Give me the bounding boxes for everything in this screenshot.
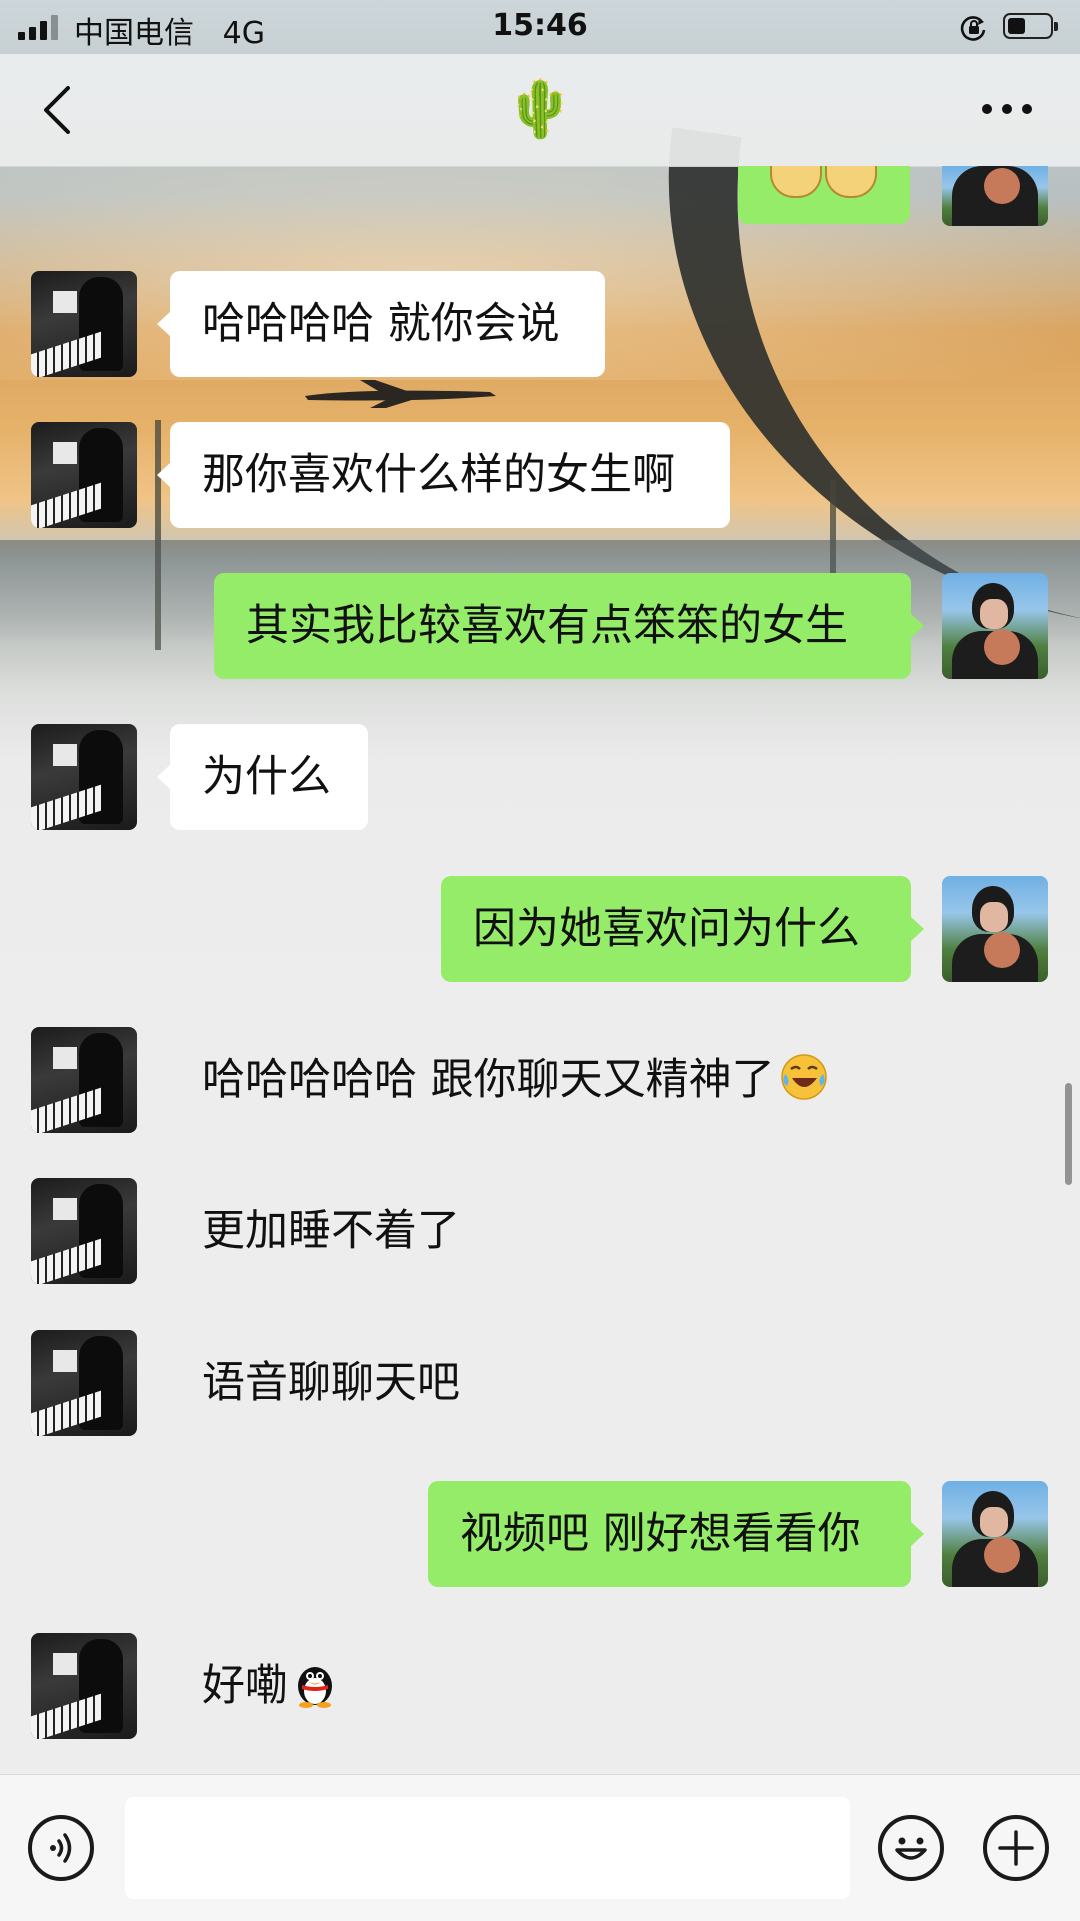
- my-avatar[interactable]: [942, 1481, 1048, 1587]
- outgoing-bubble[interactable]: 视频吧 刚好想看看你: [428, 1481, 924, 1587]
- incoming-bubble[interactable]: 为什么: [157, 724, 368, 830]
- partial-outgoing-bubble[interactable]: [738, 166, 910, 224]
- emoji-button[interactable]: [878, 1815, 944, 1881]
- contact-avatar[interactable]: [31, 724, 137, 830]
- message-text: 好嘞: [202, 1661, 288, 1711]
- contact-avatar[interactable]: [31, 1633, 137, 1739]
- input-bar: [0, 1774, 1080, 1921]
- voice-icon: [50, 1833, 72, 1863]
- outgoing-bubble[interactable]: 因为她喜欢问为什么: [441, 876, 924, 982]
- message-input[interactable]: [125, 1797, 850, 1899]
- incoming-bubble[interactable]: 更加睡不着了: [170, 1178, 492, 1284]
- laughing-tears-emoji: [780, 1054, 827, 1100]
- chat-header: 🌵: [0, 54, 1080, 167]
- contact-avatar[interactable]: [31, 1330, 137, 1436]
- more-dots-icon[interactable]: [982, 104, 1032, 114]
- battery-icon: [1003, 13, 1058, 39]
- contact-avatar[interactable]: [31, 422, 137, 528]
- penguin-emoji: [298, 1667, 332, 1708]
- status-bar: 中国电信 4G 15:46: [0, 0, 1080, 54]
- message-text: 哈哈哈哈哈 跟你聊天又精神了: [202, 1055, 775, 1105]
- orientation-lock-icon: [960, 16, 986, 41]
- status-time: 15:46: [492, 8, 588, 43]
- contact-name: 🌵: [505, 77, 575, 142]
- incoming-bubble[interactable]: 那你喜欢什么样的女生啊: [157, 422, 730, 528]
- incoming-bubble[interactable]: 哈哈哈哈哈 跟你聊天又精神了: [170, 1027, 861, 1133]
- plus-icon: [998, 1830, 1034, 1866]
- my-avatar[interactable]: [942, 573, 1048, 679]
- incoming-bubble[interactable]: 好嘞: [170, 1633, 370, 1739]
- incoming-bubble[interactable]: 语音聊聊天吧: [170, 1330, 492, 1436]
- my-avatar[interactable]: [942, 876, 1048, 982]
- contact-avatar[interactable]: [31, 1178, 137, 1284]
- emoji-face-icon: [895, 1837, 927, 1860]
- contact-avatar[interactable]: [31, 1027, 137, 1133]
- my-avatar[interactable]: [942, 166, 1048, 226]
- outgoing-bubble[interactable]: 其实我比较喜欢有点笨笨的女生: [214, 573, 924, 679]
- contact-avatar[interactable]: [31, 271, 137, 377]
- incoming-bubble[interactable]: 哈哈哈哈 就你会说: [157, 271, 605, 377]
- scrollbar[interactable]: [1065, 1083, 1072, 1185]
- voice-button[interactable]: [28, 1815, 94, 1881]
- more-functions-button[interactable]: [983, 1815, 1049, 1881]
